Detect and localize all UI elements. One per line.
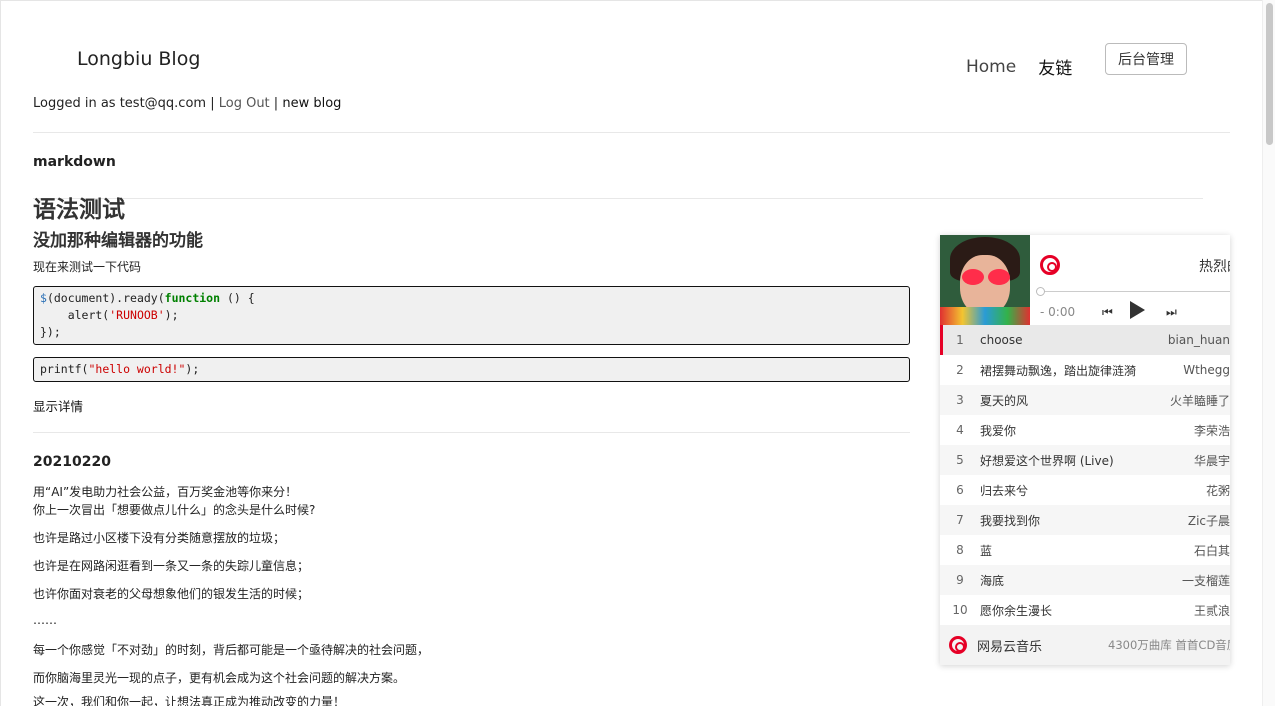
post-line: 你上一次冒出「想要做点儿什么」的念头是什么时候?: [33, 503, 316, 517]
post-title[interactable]: markdown: [33, 154, 116, 170]
code-block-printf: printf("hello world!");: [33, 357, 910, 382]
main-nav: Home 友链: [966, 54, 1094, 80]
track-artist: Wthegg: [1183, 363, 1230, 377]
track-name: 我要找到你: [980, 513, 1041, 528]
site-brand[interactable]: Longbiu Blog: [77, 48, 200, 70]
playlist-track[interactable]: 3 夏天的风 火羊瞌睡了: [940, 385, 1230, 415]
playlist-track[interactable]: 9 海底 一支榴莲: [940, 565, 1230, 595]
nav-friend-links[interactable]: 友链: [1038, 54, 1072, 79]
track-number: 3: [956, 393, 964, 407]
more-icon[interactable]: ⋮: [1225, 305, 1230, 319]
track-artist: 石白其: [1193, 543, 1230, 558]
post-title[interactable]: 20210220: [33, 454, 111, 470]
playlist-track[interactable]: 2 裙摆舞动飘逸，踏出旋律涟漪 Wthegg: [940, 355, 1230, 385]
show-details-link[interactable]: 显示详情: [33, 396, 83, 415]
track-artist: 花粥: [1205, 483, 1230, 498]
track-artist: 王贰浪: [1193, 603, 1230, 618]
post-line: 用“AI”发电助力社会公益，百万奖金池等你来分！: [33, 485, 298, 499]
track-name: 归去来兮: [980, 483, 1029, 498]
divider: [33, 132, 1230, 133]
post-line: 也许你面对衰老的父母想象他们的银发生活的时候；: [33, 587, 310, 601]
post-heading-2: 没加那种编辑器的功能: [33, 231, 203, 251]
track-name: 裙摆舞动飘逸，踏出旋律涟漪: [980, 363, 1137, 378]
previous-track-icon[interactable]: ⏮: [1102, 305, 1113, 320]
separator: |: [273, 96, 279, 111]
scrollbar-thumb[interactable]: [1266, 3, 1273, 145]
player-tagline: 4300万曲库 首首CD音质: [1108, 638, 1230, 652]
divider: [33, 432, 910, 433]
post-line: 这一次，我们和你一起，让想法真正成为推动改变的力量！: [33, 695, 346, 706]
netease-logo-icon: [949, 636, 967, 654]
track-artist: bian_huan: [1167, 333, 1230, 347]
playlist-track[interactable]: 5 好想爱这个世界啊 (Live) 华晨宇: [940, 445, 1230, 475]
new-blog-link[interactable]: new blog: [282, 96, 341, 111]
track-name: 我爱你: [980, 423, 1017, 438]
album-cover: [940, 235, 1030, 325]
post-paragraph: 现在来测试一下代码: [33, 260, 142, 274]
track-number: 7: [956, 513, 964, 527]
logout-link[interactable]: Log Out: [219, 96, 270, 111]
playlist: 1 choose bian_huan 2 裙摆舞动飘逸，踏出旋律涟漪 Wthegg 3 夏…: [940, 325, 1230, 625]
post-line: ……: [33, 613, 57, 627]
nav-home[interactable]: Home: [966, 57, 1016, 77]
playlist-track[interactable]: 8 蓝 石白其: [940, 535, 1230, 565]
playlist-track[interactable]: 6 归去来兮 花粥: [940, 475, 1230, 505]
music-player: 热烈的 - 0:00 ⏮ ⏭ ⋮ 1 choose bian_huan 2 裙摆舞动飘…: [940, 235, 1230, 665]
progress-handle[interactable]: [1036, 287, 1045, 296]
scrollbar[interactable]: [1262, 0, 1275, 706]
admin-button[interactable]: 后台管理: [1105, 43, 1187, 75]
player-brand: 网易云音乐: [977, 639, 1043, 655]
login-text: Logged in as test@qq.com |: [33, 96, 215, 111]
post-line: 而你脑海里灵光一现的点子，更有机会成为这个社会问题的解决方案。: [33, 671, 406, 685]
play-icon[interactable]: [1130, 301, 1145, 319]
track-artist: 火羊瞌睡了: [1169, 393, 1230, 408]
track-artist: Zic子晨: [1187, 513, 1230, 528]
playback-time: - 0:00: [1040, 305, 1076, 319]
netease-logo-icon[interactable]: [1040, 255, 1060, 275]
track-artist: 一支榴莲: [1181, 573, 1230, 588]
progress-bar[interactable]: [1040, 291, 1230, 292]
track-number: 1: [956, 333, 964, 347]
post-heading-1: 语法测试: [33, 197, 125, 223]
post-line: 也许是在网路闲逛看到一条又一条的失踪儿童信息；: [33, 559, 310, 573]
post-line: 也许是路过小区楼下没有分类随意摆放的垃圾；: [33, 531, 286, 545]
track-name: 夏天的风: [980, 393, 1029, 408]
playlist-track[interactable]: 4 我爱你 李荣浩: [940, 415, 1230, 445]
track-name: 蓝: [980, 543, 993, 558]
track-number: 10: [952, 603, 968, 617]
track-number: 9: [956, 573, 964, 587]
track-name: 愿你余生漫长: [980, 603, 1053, 618]
track-name: choose: [980, 333, 1023, 347]
track-number: 2: [956, 363, 964, 377]
track-artist: 华晨宇: [1193, 453, 1230, 468]
playlist-track[interactable]: 10 愿你余生漫长 王贰浪: [940, 595, 1230, 625]
track-artist: 李荣浩: [1193, 423, 1230, 438]
now-playing-title: 热烈的: [1199, 259, 1230, 275]
post-line: 每一个你感觉「不对劲」的时刻，背后都可能是一个亟待解决的社会问题，: [33, 643, 430, 657]
track-name: 好想爱这个世界啊 (Live): [980, 453, 1114, 468]
track-number: 8: [956, 543, 964, 557]
playlist-track[interactable]: 7 我要找到你 Zic子晨: [940, 505, 1230, 535]
track-number: 6: [956, 483, 964, 497]
track-number: 5: [956, 453, 964, 467]
track-number: 4: [956, 423, 964, 437]
login-status: Logged in as test@qq.com | Log Out | new…: [33, 96, 341, 111]
code-block-jquery: $(document).ready(function () { alert('R…: [33, 286, 910, 345]
next-track-icon[interactable]: ⏭: [1166, 305, 1177, 320]
playlist-track[interactable]: 1 choose bian_huan: [940, 325, 1230, 355]
player-footer[interactable]: 网易云音乐 4300万曲库 首首CD音质: [940, 625, 1230, 665]
divider: [33, 198, 1203, 199]
track-name: 海底: [980, 573, 1005, 588]
